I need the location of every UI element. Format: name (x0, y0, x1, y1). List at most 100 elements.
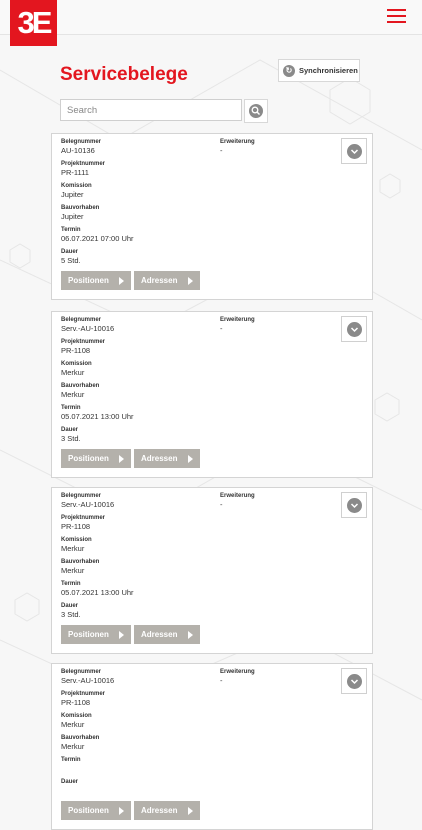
servicebeleg-card: Belegnummer Serv.-AU-10016 Projektnummer… (51, 663, 373, 830)
belegnummer-value: Serv.-AU-10016 (61, 500, 115, 509)
arrow-right-icon (188, 630, 193, 639)
belegnummer-label: Belegnummer (61, 493, 102, 499)
erweiterung-label: Erweiterung (220, 669, 255, 675)
search-button[interactable] (244, 99, 268, 123)
projektnummer-label: Projektnummer (61, 691, 106, 697)
belegnummer-label: Belegnummer (61, 317, 102, 323)
bauvorhaben-value: Merkur (61, 742, 85, 751)
arrow-right-icon (188, 806, 193, 815)
belegnummer-value: Serv.-AU-10016 (61, 676, 115, 685)
projektnummer-label: Projektnummer (61, 161, 106, 167)
belegnummer-label: Belegnummer (61, 139, 102, 145)
expand-button[interactable] (341, 138, 367, 164)
dauer-label: Dauer (61, 249, 79, 255)
termin-value: 05.07.2021 13:00 Uhr (61, 412, 134, 421)
servicebeleg-card: Belegnummer Serv.-AU-10016 Projektnummer… (51, 487, 373, 654)
dauer-label: Dauer (61, 779, 79, 785)
dauer-value: 5 Std. (61, 256, 81, 265)
termin-label: Termin (61, 227, 81, 233)
kommission-label: Komission (61, 537, 92, 543)
dauer-label: Dauer (61, 427, 79, 433)
bauvorhaben-value: Merkur (61, 566, 85, 575)
termin-value: 06.07.2021 07:00 Uhr (61, 234, 134, 243)
sync-icon: ↻ (283, 64, 295, 77)
positionen-label: Positionen (68, 454, 109, 463)
erweiterung-value: - (220, 500, 223, 509)
positionen-label: Positionen (68, 276, 109, 285)
kommission-value: Merkur (61, 544, 85, 553)
synchronize-label: Synchronisieren (299, 66, 358, 75)
arrow-right-icon (119, 276, 124, 285)
dauer-value: 3 Std. (61, 610, 81, 619)
erweiterung-value: - (220, 324, 223, 333)
erweiterung-label: Erweiterung (220, 317, 255, 323)
positionen-label: Positionen (68, 806, 109, 815)
arrow-right-icon (119, 630, 124, 639)
bauvorhaben-label: Bauvorhaben (61, 205, 100, 211)
expand-button[interactable] (341, 316, 367, 342)
brand-logo: 3E (10, 0, 57, 46)
kommission-label: Komission (61, 713, 92, 719)
kommission-label: Komission (61, 183, 92, 189)
positionen-button[interactable]: Positionen (61, 271, 131, 290)
dauer-value: 3 Std. (61, 434, 81, 443)
arrow-right-icon (188, 276, 193, 285)
adressen-button[interactable]: Adressen (134, 271, 200, 290)
adressen-label: Adressen (141, 806, 178, 815)
chevron-down-icon (346, 143, 362, 159)
termin-label: Termin (61, 757, 81, 763)
chevron-down-icon (346, 321, 362, 337)
positionen-label: Positionen (68, 630, 109, 639)
projektnummer-value: PR-1108 (61, 698, 91, 707)
erweiterung-value: - (220, 146, 223, 155)
projektnummer-value: PR-1108 (61, 522, 91, 531)
projektnummer-label: Projektnummer (61, 515, 106, 521)
kommission-value: Merkur (61, 720, 85, 729)
adressen-button[interactable]: Adressen (134, 625, 200, 644)
kommission-value: Merkur (61, 368, 85, 377)
adressen-button[interactable]: Adressen (134, 801, 200, 820)
chevron-down-icon (346, 673, 362, 689)
termin-value: 05.07.2021 13:00 Uhr (61, 588, 134, 597)
belegnummer-value: AU-10136 (61, 146, 95, 155)
erweiterung-label: Erweiterung (220, 139, 255, 145)
app-header (0, 0, 422, 35)
adressen-label: Adressen (141, 454, 178, 463)
hamburger-menu-icon[interactable] (387, 9, 406, 24)
positionen-button[interactable]: Positionen (61, 801, 131, 820)
erweiterung-label: Erweiterung (220, 493, 255, 499)
bauvorhaben-label: Bauvorhaben (61, 559, 100, 565)
bauvorhaben-value: Merkur (61, 390, 85, 399)
search-icon (249, 104, 263, 118)
projektnummer-value: PR-1111 (61, 168, 89, 177)
projektnummer-value: PR-1108 (61, 346, 91, 355)
arrow-right-icon (119, 806, 124, 815)
servicebeleg-card: Belegnummer AU-10136 Projektnummer PR-11… (51, 133, 373, 300)
bauvorhaben-value: Jupiter (61, 212, 84, 221)
belegnummer-value: Serv.-AU-10016 (61, 324, 115, 333)
synchronize-button[interactable]: ↻ Synchronisieren (278, 59, 360, 82)
adressen-button[interactable]: Adressen (134, 449, 200, 468)
bauvorhaben-label: Bauvorhaben (61, 383, 100, 389)
kommission-label: Komission (61, 361, 92, 367)
termin-label: Termin (61, 581, 81, 587)
positionen-button[interactable]: Positionen (61, 625, 131, 644)
servicebeleg-card: Belegnummer Serv.-AU-10016 Projektnummer… (51, 311, 373, 478)
erweiterung-value: - (220, 676, 223, 685)
search-input[interactable] (60, 99, 242, 121)
dauer-label: Dauer (61, 603, 79, 609)
page-title: Servicebelege (60, 64, 188, 85)
expand-button[interactable] (341, 492, 367, 518)
bauvorhaben-label: Bauvorhaben (61, 735, 100, 741)
projektnummer-label: Projektnummer (61, 339, 106, 345)
expand-button[interactable] (341, 668, 367, 694)
kommission-value: Jupiter (61, 190, 84, 199)
arrow-right-icon (119, 454, 124, 463)
termin-label: Termin (61, 405, 81, 411)
arrow-right-icon (188, 454, 193, 463)
positionen-button[interactable]: Positionen (61, 449, 131, 468)
chevron-down-icon (346, 497, 362, 513)
adressen-label: Adressen (141, 630, 178, 639)
belegnummer-label: Belegnummer (61, 669, 102, 675)
adressen-label: Adressen (141, 276, 178, 285)
